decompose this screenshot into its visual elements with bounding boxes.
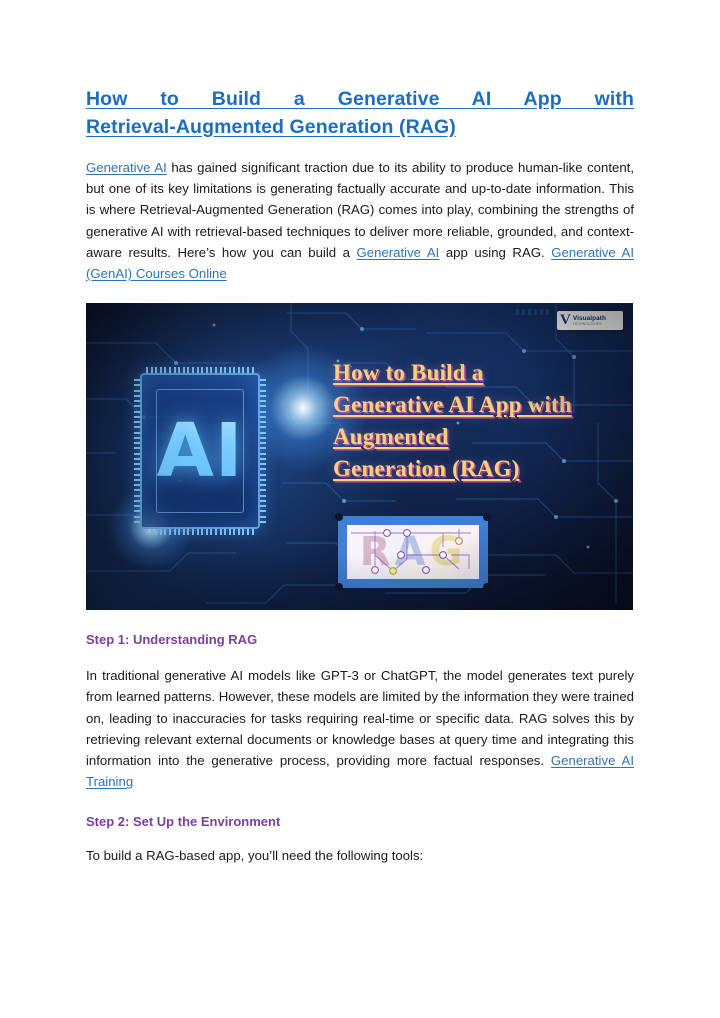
article-banner-image: AI How to Build a Generative AI App with…: [86, 303, 633, 611]
heading-step-2: Step 2: Set Up the Environment: [86, 814, 281, 830]
stamp-network-overlay: [351, 529, 471, 576]
rag-stamp-graphic: RAG: [335, 513, 491, 592]
banner-headline-line-1: How to Build a: [333, 360, 484, 386]
page-title: How to Build a Generative AI App with Re…: [86, 86, 634, 141]
chip-body: AI: [140, 373, 260, 530]
visualpath-v-mark-icon: V: [560, 312, 571, 329]
heading-step-1: Step 1: Understanding RAG: [86, 632, 258, 648]
document-content: How to Build a Generative AI App with Re…: [86, 86, 634, 867]
document-page: How to Build a Generative AI App with Re…: [0, 0, 720, 1018]
ai-chip-graphic: AI: [134, 367, 266, 536]
stamp-face: RAG: [347, 525, 479, 580]
visualpath-logo-name: Visualpath: [572, 315, 607, 323]
banner-headline-line-2: Generative AI App with: [333, 392, 572, 418]
link-generative-ai-lead[interactable]: Generative AI: [86, 160, 167, 175]
chip-pins-right: [259, 379, 266, 523]
step-2-paragraph: To build a RAG-based app, you’ll need th…: [86, 848, 424, 864]
step-1-paragraph: In traditional generative AI models like…: [86, 665, 634, 792]
page-title-line-1: How to Build a Generative AI App with: [86, 88, 634, 110]
chip-pins-bottom: [146, 528, 254, 536]
visualpath-logo-tagline: TECHNOLOGIES: [572, 322, 602, 327]
page-title-line-2: Retrieval-Augmented Generation (RAG): [86, 115, 456, 138]
banner-headline: How to Build a Generative AI App with Au…: [333, 357, 633, 485]
intro-paragraph: Generative AI has gained significant tra…: [86, 157, 634, 284]
banner-headline-line-3: Augmented: [333, 424, 449, 450]
link-generative-ai-mid[interactable]: Generative AI: [357, 245, 440, 260]
chip-ai-label: AI: [142, 375, 258, 527]
intro-text-2: app using RAG.: [439, 244, 552, 260]
banner-headline-line-4: Generation (RAG): [333, 456, 520, 482]
visualpath-logo-badge: V Visualpath TECHNOLOGIES: [557, 311, 623, 331]
